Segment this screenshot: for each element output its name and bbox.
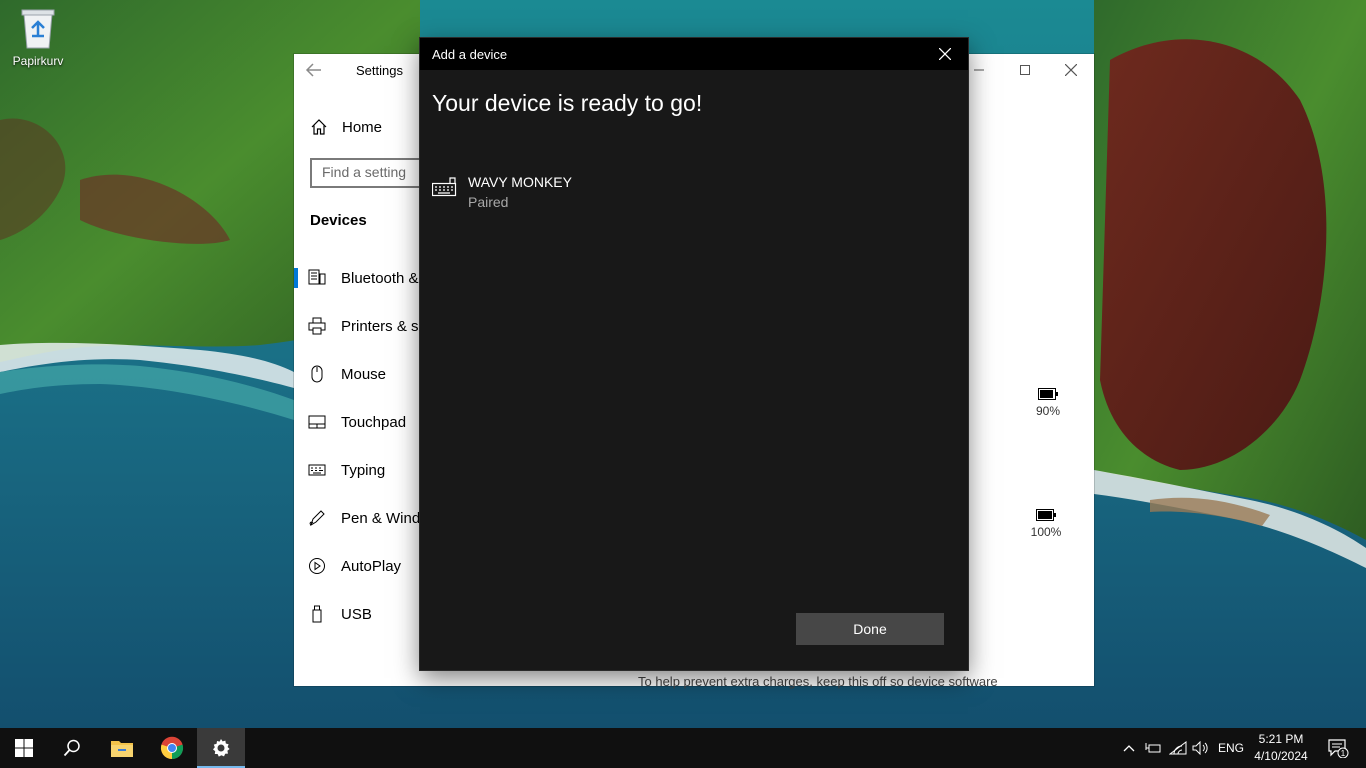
windows-logo-icon <box>15 739 33 757</box>
desktop-icon-recycle-bin[interactable]: Papirkurv <box>6 6 70 76</box>
taskbar: ENG 5:21 PM 4/10/2024 1 <box>0 728 1366 768</box>
back-button[interactable] <box>304 60 332 80</box>
minimize-icon <box>974 69 984 71</box>
dialog-title: Add a device <box>432 47 508 62</box>
show-hidden-icons-button[interactable] <box>1118 728 1140 768</box>
sidebar-item-label: Typing <box>341 461 386 479</box>
sidebar-item-label: AutoPlay <box>341 557 402 575</box>
notification-icon: 1 <box>1328 739 1349 758</box>
device-status: Paired <box>468 194 509 210</box>
touchpad-icon <box>293 413 341 431</box>
device-battery-level: 100% <box>1026 509 1066 539</box>
network-tray-button[interactable] <box>1166 728 1190 768</box>
active-indicator <box>294 268 298 288</box>
desktop-icon-label: Papirkurv <box>12 54 64 68</box>
home-icon <box>311 119 327 135</box>
mouse-icon <box>293 365 341 383</box>
device-battery-level: 90% <box>1028 388 1068 418</box>
paired-device-row: WAVY MONKEY Paired <box>431 172 732 214</box>
power-tray-button[interactable] <box>1142 728 1164 768</box>
language-indicator[interactable]: ENG <box>1214 728 1248 768</box>
printer-icon <box>293 317 341 335</box>
autoplay-icon <box>293 557 341 575</box>
clock-date: 4/10/2024 <box>1254 749 1308 763</box>
settings-taskbar-button[interactable] <box>197 728 245 768</box>
back-arrow-icon <box>305 63 321 77</box>
battery-label: 90% <box>1035 404 1061 418</box>
sidebar-item-label: USB <box>341 605 372 623</box>
wifi-icon <box>1169 741 1187 755</box>
clock-time: 5:21 PM <box>1258 732 1304 746</box>
metered-connection-text: To help prevent extra charges, keep this… <box>638 674 998 689</box>
folder-icon <box>111 741 133 757</box>
keyboard-icon <box>293 461 341 479</box>
nav-section-title: Devices <box>310 212 367 229</box>
battery-label: 100% <box>1030 525 1062 539</box>
battery-icon <box>1036 509 1056 521</box>
clock[interactable]: 5:21 PM 4/10/2024 <box>1252 731 1310 765</box>
chrome-icon <box>160 736 184 760</box>
pen-icon <box>293 509 341 527</box>
keyboard-icon <box>431 176 458 203</box>
volume-tray-button[interactable] <box>1190 728 1212 768</box>
close-button[interactable] <box>1048 54 1094 86</box>
speaker-icon <box>1192 741 1208 755</box>
gear-icon <box>213 739 230 757</box>
chrome-button[interactable] <box>148 728 196 768</box>
dialog-titlebar: Add a device <box>420 38 968 70</box>
chevron-up-icon <box>1123 745 1135 752</box>
sidebar-item-label: Touchpad <box>341 413 407 431</box>
device-name: WAVY MONKEY <box>468 174 572 190</box>
add-device-dialog: Add a device Your device is ready to go!… <box>420 38 968 670</box>
dialog-close-button[interactable] <box>922 38 968 70</box>
action-center-button[interactable]: 1 <box>1318 728 1358 768</box>
power-plug-icon <box>1145 743 1161 753</box>
search-icon <box>63 739 80 757</box>
maximize-icon <box>1020 65 1030 75</box>
settings-title: Settings <box>356 63 403 78</box>
close-icon <box>939 48 951 60</box>
recycle-bin-icon <box>21 9 55 49</box>
nav-home[interactable]: Home <box>310 116 382 138</box>
done-button[interactable]: Done <box>796 613 944 645</box>
start-button[interactable] <box>0 728 48 768</box>
battery-icon <box>1038 388 1058 400</box>
nav-home-label: Home <box>342 118 383 136</box>
dialog-heading: Your device is ready to go! <box>432 90 703 116</box>
search-button[interactable] <box>48 728 96 768</box>
bluetooth-devices-icon <box>293 269 341 287</box>
sidebar-item-label: Mouse <box>341 365 387 383</box>
file-explorer-button[interactable] <box>98 728 146 768</box>
usb-icon <box>293 605 341 623</box>
notification-count: 1 <box>1341 749 1346 758</box>
maximize-button[interactable] <box>1002 54 1048 86</box>
search-placeholder: Find a setting <box>322 164 407 180</box>
close-icon <box>1065 64 1077 76</box>
